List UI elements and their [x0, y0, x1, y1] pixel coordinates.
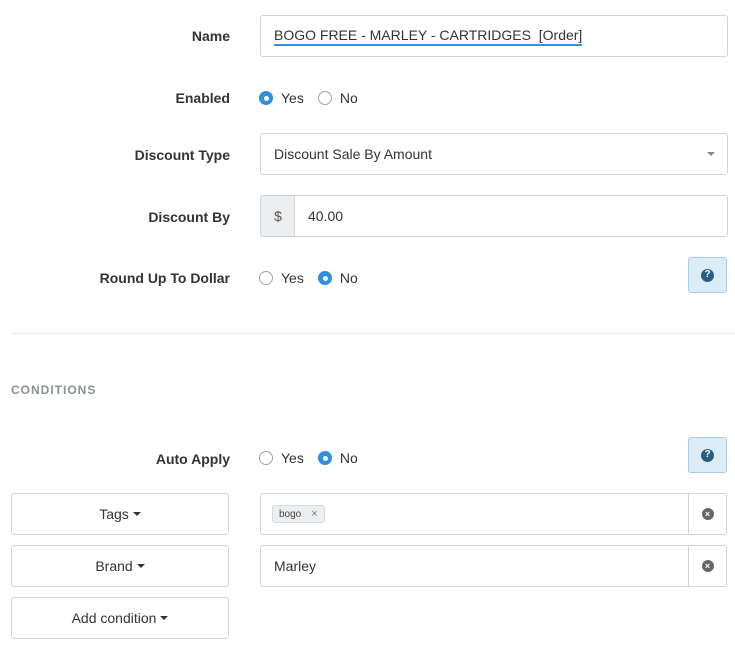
name-input[interactable]: BOGO FREE - MARLEY - CARTRIDGES [Order] [260, 15, 728, 57]
discount-type-select[interactable]: Discount Sale By Amount [260, 133, 728, 175]
auto-apply-yes-radio[interactable] [259, 451, 273, 465]
enabled-no-label[interactable]: No [340, 90, 358, 106]
tags-clear-button[interactable]: × [688, 493, 727, 535]
enabled-label: Enabled [175, 90, 230, 106]
round-up-label: Round Up To Dollar [99, 270, 230, 286]
caret-down-icon [136, 564, 145, 568]
chevron-down-icon [707, 152, 715, 156]
brand-value: Marley [274, 558, 317, 574]
question-icon: ? [701, 448, 714, 462]
auto-apply-help-button[interactable]: ? [688, 437, 727, 473]
auto-apply-radio-group: Yes No [259, 450, 372, 466]
auto-apply-label: Auto Apply [155, 451, 230, 467]
close-circle-icon: × [701, 560, 714, 572]
enabled-no-radio[interactable] [317, 91, 332, 105]
name-value: BOGO FREE - MARLEY - CARTRIDGES [Order] [274, 27, 583, 46]
brand-clear-button[interactable]: × [688, 545, 727, 587]
tag-chip: bogo × [272, 505, 325, 523]
tags-button-label: Tags [99, 506, 129, 522]
round-up-no-radio[interactable] [317, 271, 332, 285]
discount-by-label: Discount By [148, 209, 230, 225]
section-divider [11, 333, 735, 334]
brand-button-label: Brand [95, 558, 133, 574]
tags-input[interactable]: bogo × [260, 493, 689, 535]
conditions-title: CONDITIONS [11, 383, 97, 397]
add-condition-label: Add condition [71, 610, 157, 626]
brand-input[interactable]: Marley [260, 545, 689, 587]
close-circle-icon: × [701, 508, 714, 520]
discount-type-value: Discount Sale By Amount [274, 146, 432, 162]
tag-label: bogo [279, 508, 302, 520]
round-up-radio-group: Yes No [259, 270, 372, 286]
caret-down-icon [132, 512, 141, 516]
question-icon: ? [701, 268, 714, 282]
round-up-yes-radio[interactable] [259, 271, 273, 285]
brand-condition-button[interactable]: Brand [11, 545, 229, 587]
discount-by-value: 40.00 [308, 208, 344, 224]
currency-addon: $ [260, 195, 295, 237]
tags-condition-button[interactable]: Tags [11, 493, 229, 535]
enabled-yes-label[interactable]: Yes [281, 90, 304, 106]
caret-down-icon [160, 616, 169, 620]
enabled-radio-group: Yes No [259, 90, 372, 106]
add-condition-button[interactable]: Add condition [11, 597, 229, 639]
tag-remove-icon[interactable]: × [311, 508, 317, 520]
name-label: Name [191, 28, 230, 44]
auto-apply-no-radio[interactable] [317, 451, 332, 465]
enabled-yes-radio[interactable] [259, 91, 273, 105]
discount-by-input[interactable]: 40.00 [294, 195, 728, 237]
auto-apply-yes-label[interactable]: Yes [281, 450, 304, 466]
round-up-no-label[interactable]: No [340, 270, 358, 286]
discount-type-label: Discount Type [134, 147, 230, 163]
round-up-help-button[interactable]: ? [688, 257, 727, 293]
round-up-yes-label[interactable]: Yes [281, 270, 304, 286]
auto-apply-no-label[interactable]: No [340, 450, 358, 466]
